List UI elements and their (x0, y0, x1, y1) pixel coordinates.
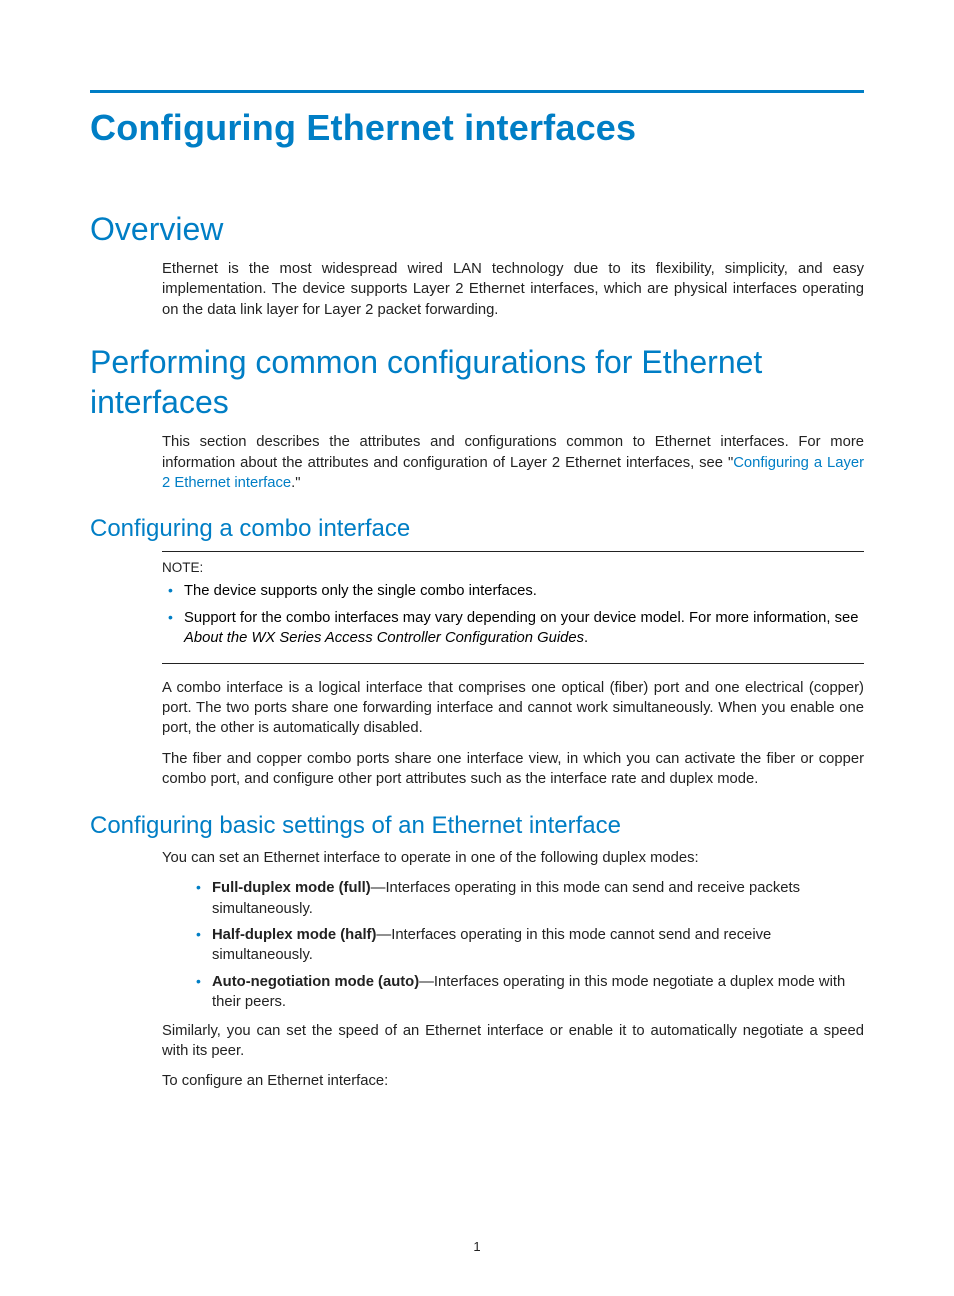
combo-body: A combo interface is a logical interface… (162, 678, 864, 790)
half-duplex-label: Half-duplex mode (half) (212, 927, 376, 943)
note-list: The device supports only the single comb… (162, 581, 864, 648)
note2-italic: About the WX Series Access Controller Co… (184, 630, 584, 646)
auto-neg-label: Auto-negotiation mode (auto) (212, 974, 419, 990)
duplex-item-half: Half-duplex mode (half)—Interfaces opera… (190, 925, 864, 966)
top-rule (90, 90, 864, 93)
performing-paragraph: This section describes the attributes an… (162, 432, 864, 493)
basic-intro: You can set an Ethernet interface to ope… (162, 848, 864, 868)
document-page: Configuring Ethernet interfaces Overview… (0, 0, 954, 1296)
combo-paragraph-1: A combo interface is a logical interface… (162, 678, 864, 739)
duplex-item-full: Full-duplex mode (full)—Interfaces opera… (190, 878, 864, 919)
page-number: 1 (0, 1239, 954, 1254)
note2-post: . (584, 630, 588, 646)
duplex-item-auto: Auto-negotiation mode (auto)—Interfaces … (190, 972, 864, 1013)
note2-pre: Support for the combo interfaces may var… (184, 610, 858, 626)
performing-body: This section describes the attributes an… (162, 432, 864, 493)
note-label: NOTE: (162, 560, 864, 575)
combo-paragraph-2: The fiber and copper combo ports share o… (162, 749, 864, 790)
overview-paragraph: Ethernet is the most widespread wired LA… (162, 259, 864, 320)
overview-body: Ethernet is the most widespread wired LA… (162, 259, 864, 320)
note-item-1: The device supports only the single comb… (162, 581, 864, 601)
note-item-2: Support for the combo interfaces may var… (162, 608, 864, 649)
combo-heading: Configuring a combo interface (90, 515, 864, 543)
basic-heading: Configuring basic settings of an Etherne… (90, 812, 864, 840)
page-title: Configuring Ethernet interfaces (90, 107, 864, 149)
basic-config-lead: To configure an Ethernet interface: (162, 1071, 864, 1091)
basic-after-paragraph: Similarly, you can set the speed of an E… (162, 1021, 864, 1062)
full-duplex-label: Full-duplex mode (full) (212, 880, 371, 896)
overview-heading: Overview (90, 209, 864, 249)
duplex-list: Full-duplex mode (full)—Interfaces opera… (190, 878, 864, 1012)
basic-body: You can set an Ethernet interface to ope… (162, 848, 864, 1092)
performing-heading: Performing common configurations for Eth… (90, 342, 864, 422)
performing-text-post: ." (291, 475, 300, 491)
note-box: NOTE: The device supports only the singl… (162, 551, 864, 663)
